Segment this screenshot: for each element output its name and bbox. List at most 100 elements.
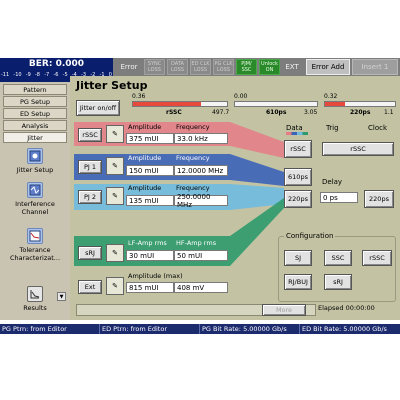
srj-lf-amp-header: LF-Amp rms xyxy=(128,239,167,247)
jitter-on-off-button[interactable]: Jitter on/off xyxy=(76,100,120,116)
ext-edit-icon[interactable]: ✎ xyxy=(106,277,124,295)
rssc-meter xyxy=(132,101,228,107)
rssc-meter-fill xyxy=(133,102,201,106)
trig-rssc-button[interactable]: rSSC xyxy=(322,142,394,156)
srj-hf-amp-field[interactable]: 50 mUI xyxy=(174,250,228,261)
results-chart-icon xyxy=(27,286,43,302)
sidebar-scroll-down-button[interactable]: ▼ xyxy=(57,292,66,301)
pjm-ssc-indicator: PJM/ SSC xyxy=(236,59,257,75)
rssc-route-wedge xyxy=(230,122,284,158)
data-label: Data xyxy=(286,124,303,132)
delay-label: Delay xyxy=(322,178,343,186)
pj2-button[interactable]: PJ 2 xyxy=(78,190,102,204)
meter1-max: 497.7 xyxy=(212,109,230,116)
error-indicator: Error xyxy=(120,63,138,71)
rssc-button[interactable]: rSSC xyxy=(78,128,102,142)
config-ssc-button[interactable]: SSC xyxy=(324,250,352,266)
tab-jitter[interactable]: Jitter xyxy=(3,132,67,143)
pg-clk-loss-indicator: PG CLK LOSS xyxy=(213,59,234,75)
rssc-edit-icon[interactable]: ✎ xyxy=(106,125,124,143)
config-sj-button[interactable]: SJ xyxy=(284,250,312,266)
config-rssc-button[interactable]: rSSC xyxy=(362,250,392,266)
ber-scale-tick: -6 xyxy=(53,72,59,78)
pj1-frequency-field[interactable]: 12.0000 MHz xyxy=(174,165,228,176)
tool-results-label: Results xyxy=(23,304,47,312)
tab-pattern[interactable]: Pattern xyxy=(3,84,67,95)
tool-jitter-setup-label: Jitter Setup xyxy=(16,166,54,174)
meter3-label: 220ps xyxy=(350,109,371,116)
elapsed-time: Elapsed 00:00:00 xyxy=(318,304,375,312)
610ps-button[interactable]: 610ps xyxy=(284,168,312,186)
clock-label: Clock xyxy=(368,124,388,132)
status-bar: Error SYNC LOSS DATA LOSS ED CLK LOSS PG… xyxy=(113,58,400,76)
ber-scale-tick: -5 xyxy=(62,72,68,78)
rssc-amplitude-header: Amplitude xyxy=(128,123,162,131)
meter3-value: 0.32 xyxy=(324,93,338,100)
jitter-setup-panel: Jitter Setup Jitter on/off 0.36 rSSC 497… xyxy=(70,76,400,320)
pj1-amplitude-field[interactable]: 150 mUI xyxy=(126,165,174,176)
ext-amplitude-mv-field[interactable]: 408 mV xyxy=(174,282,228,293)
220ps-meter xyxy=(324,101,396,107)
tool-interference-channel[interactable]: Interference Channel xyxy=(3,182,67,216)
trig-label: Trig xyxy=(326,124,339,132)
config-rj-buj-button[interactable]: RJ/BUJ xyxy=(284,274,312,290)
tab-ed-setup[interactable]: ED Setup xyxy=(3,108,67,119)
configuration-group xyxy=(278,236,396,302)
sidebar: Pattern PG Setup ED Setup Analysis Jitte… xyxy=(0,82,70,320)
meter3-max: 1.1 xyxy=(384,109,394,116)
ber-scale-tick: -9 xyxy=(25,72,31,78)
pj2-edit-icon[interactable]: ✎ xyxy=(106,187,124,205)
pj1-edit-icon[interactable]: ✎ xyxy=(106,157,124,175)
meter1-label: rSSC xyxy=(166,109,182,116)
config-srj-button[interactable]: sRJ xyxy=(324,274,352,290)
ber-scale-tick: -11 xyxy=(1,72,10,78)
data-rssc-button[interactable]: rSSC xyxy=(284,140,312,158)
rssc-amplitude-field[interactable]: 375 mUI xyxy=(126,133,174,144)
ed-clk-loss-indicator: ED CLK LOSS xyxy=(190,59,211,75)
ber-scale-tick: -8 xyxy=(35,72,40,78)
meter2-max: 3.05 xyxy=(304,109,318,116)
rssc-frequency-header: Frequency xyxy=(176,123,210,131)
delay-field[interactable]: 0 ps xyxy=(320,192,358,203)
ed-bit-rate-status: ED Bit Rate: 5.00000 Gb/s xyxy=(302,325,387,333)
pj1-route-wedge xyxy=(230,154,284,186)
error-add-button[interactable]: Error Add xyxy=(306,59,350,75)
interference-channel-icon xyxy=(27,182,43,198)
ext-amplitude-header: Amplitude (max) xyxy=(128,272,183,280)
meter2-label: 610ps xyxy=(266,109,287,116)
tool-tolerance[interactable]: Tolerance Characterizat... xyxy=(3,228,67,262)
ber-scale-tick: -10 xyxy=(13,72,22,78)
unlock-indicator: Unlock ON xyxy=(259,59,280,75)
srj-lf-amp-field[interactable]: 30 mUI xyxy=(126,250,174,261)
ber-scale-tick: -7 xyxy=(44,72,50,78)
ext-button[interactable]: Ext xyxy=(78,280,102,294)
tab-pg-setup[interactable]: PG Setup xyxy=(3,96,67,107)
220ps-button[interactable]: 220ps xyxy=(284,190,312,208)
insert-button[interactable]: Insert 1 xyxy=(352,59,398,75)
srj-button[interactable]: sRJ xyxy=(78,246,102,260)
meter1-value: 0.36 xyxy=(132,93,146,100)
srj-edit-icon[interactable]: ✎ xyxy=(106,244,124,262)
tool-tolerance-label: Tolerance Characterizat... xyxy=(9,246,61,262)
ed-pattern-status: ED Ptrn: from Editor xyxy=(100,324,200,334)
pj2-amplitude-header: Amplitude xyxy=(128,184,162,192)
pj1-button[interactable]: PJ 1 xyxy=(78,160,102,174)
clock-220ps-button[interactable]: 220ps xyxy=(364,190,394,208)
pj2-amplitude-field[interactable]: 135 mUI xyxy=(126,195,174,206)
tool-jitter-setup[interactable]: Jitter Setup xyxy=(3,148,67,174)
tab-analysis[interactable]: Analysis xyxy=(3,120,67,131)
pj1-frequency-header: Frequency xyxy=(176,154,210,162)
pj2-frequency-field[interactable]: 250.0000 MHz xyxy=(174,193,228,209)
220ps-meter-fill xyxy=(325,102,346,106)
ext-amplitude-mui-field[interactable]: 815 mUI xyxy=(126,282,174,293)
data-loss-indicator: DATA LOSS xyxy=(167,59,188,75)
ext-indicator: EXT xyxy=(285,63,299,71)
tool-interference-channel-label: Interference Channel xyxy=(15,200,55,216)
pg-bit-rate-status: PG Bit Rate: 5.00000 Gb/s xyxy=(200,324,300,334)
meter2-value: 0.00 xyxy=(234,93,248,100)
configuration-label: Configuration xyxy=(284,232,336,240)
pj2-frequency-header: Frequency xyxy=(176,184,210,192)
more-button[interactable]: More xyxy=(262,304,306,316)
pg-pattern-status: PG Ptrn: from Editor xyxy=(0,324,100,334)
rssc-frequency-field[interactable]: 33.0 kHz xyxy=(174,133,228,144)
